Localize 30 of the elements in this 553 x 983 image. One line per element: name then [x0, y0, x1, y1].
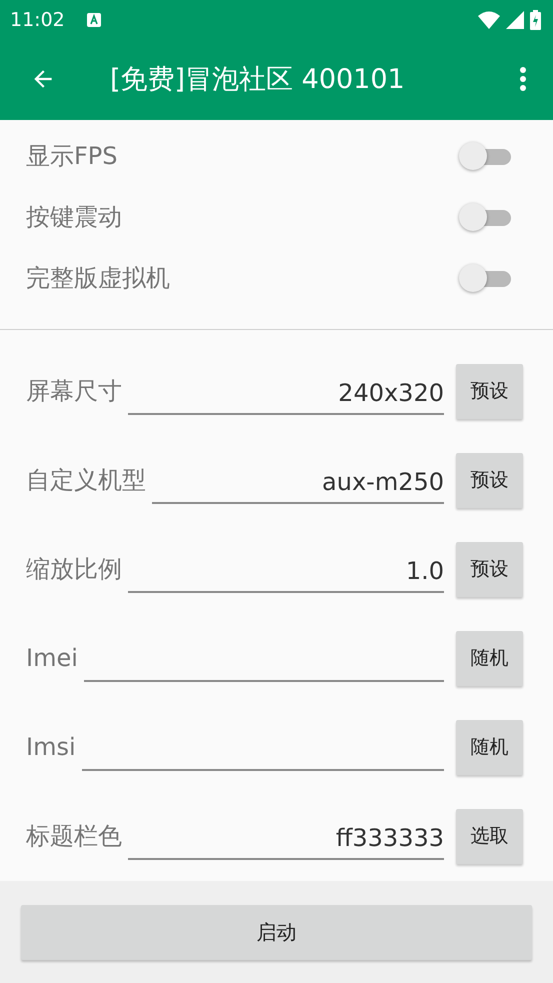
wifi-icon — [478, 10, 500, 28]
toggle-switch[interactable] — [459, 263, 513, 294]
field-label: Imsi — [26, 733, 76, 762]
input-field[interactable]: ff333333 — [128, 818, 444, 860]
setting-label: 完整版虚拟机 — [26, 263, 170, 294]
input-field[interactable]: aux-m250 — [152, 462, 444, 504]
option-button[interactable]: 选取 — [456, 808, 523, 864]
option-button[interactable]: 随机 — [456, 630, 523, 686]
setting-label: 显示FPS — [26, 141, 118, 172]
field-label: 自定义机型 — [26, 465, 146, 496]
notification-icon — [86, 12, 101, 26]
battery-icon — [530, 10, 541, 30]
option-button[interactable]: 预设 — [456, 364, 523, 419]
input-field[interactable]: 240x320 — [128, 373, 444, 416]
option-button[interactable]: 预设 — [456, 542, 523, 597]
app-title: [免费]冒泡社区 400101 — [110, 63, 406, 98]
signal-icon — [506, 10, 524, 28]
setting-label: 按键震动 — [26, 202, 122, 234]
option-button[interactable]: 预设 — [456, 452, 523, 508]
field-label: Imei — [26, 644, 78, 672]
option-button[interactable]: 随机 — [456, 720, 523, 775]
status-time: 11:02 — [10, 8, 65, 30]
more-icon[interactable] — [519, 66, 527, 92]
toggle-switch[interactable] — [459, 202, 513, 232]
input-field[interactable]: 1.0 — [128, 551, 444, 594]
field-label: 缩放比例 — [26, 554, 122, 586]
start-button[interactable]: 启动 — [21, 904, 532, 960]
field-label: 屏幕尺寸 — [26, 376, 122, 408]
toggle-switch[interactable] — [459, 141, 513, 172]
field-label: 标题栏色 — [26, 821, 122, 852]
